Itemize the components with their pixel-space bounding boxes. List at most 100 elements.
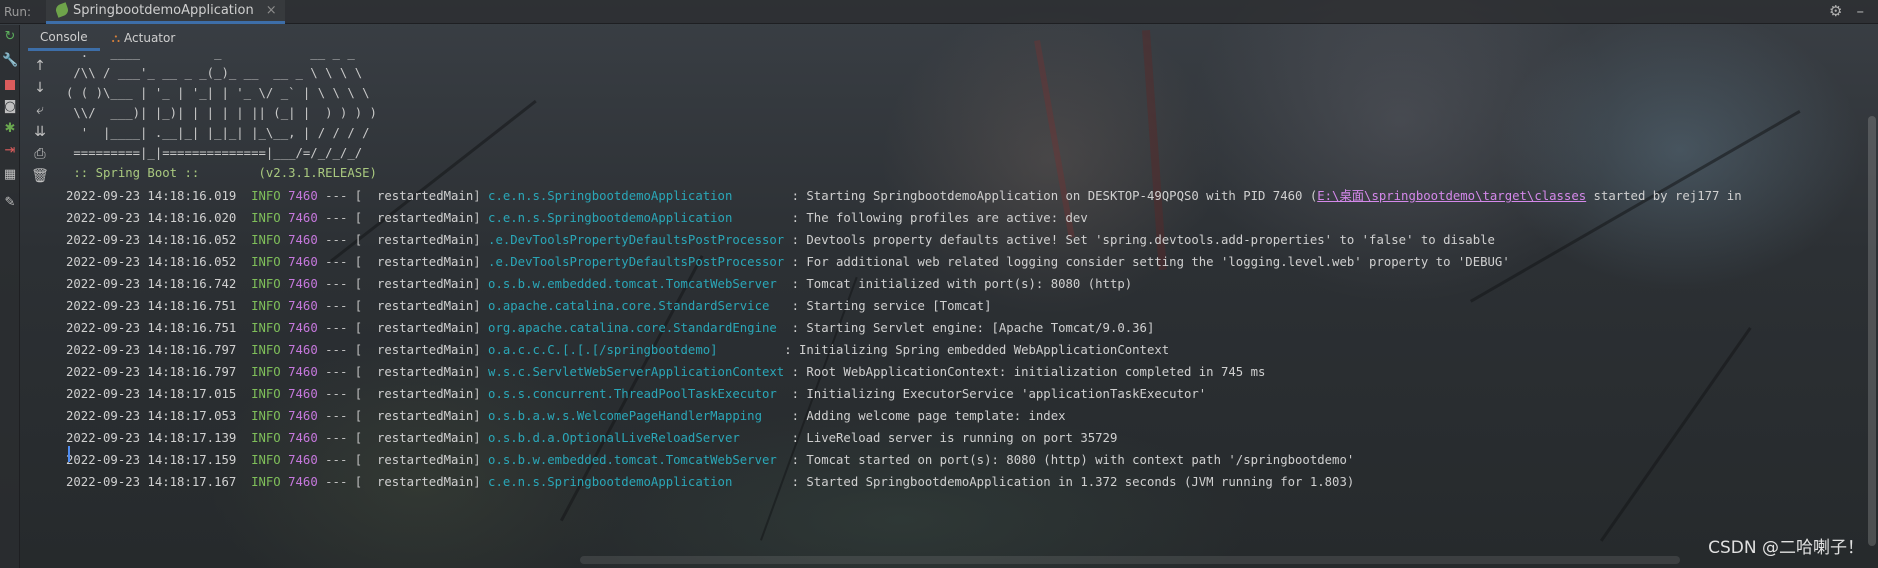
- log-separator: [784, 321, 791, 335]
- log-date: 2022-09-23 14:18:17.139: [66, 431, 237, 445]
- log-separator: --- [: [317, 189, 377, 203]
- log-thread: restartedMain: [376, 255, 474, 269]
- log-line: 2022-09-23 14:18:17.167 INFO 7460 --- [ …: [66, 472, 1354, 492]
- log-pid: 7460: [288, 321, 318, 335]
- log-logger: .e.DevToolsPropertyDefaultsPostProcessor: [488, 255, 785, 269]
- stop-icon[interactable]: [2, 77, 18, 93]
- log-pid: 7460: [288, 299, 318, 313]
- log-separator: ]: [473, 431, 489, 445]
- log-separator: --- [: [317, 475, 377, 489]
- log-separator: [281, 321, 288, 335]
- trash-icon[interactable]: 🗑: [30, 166, 50, 186]
- log-pid: 7460: [288, 475, 318, 489]
- log-thread: restartedMain: [376, 343, 474, 357]
- log-separator: [784, 453, 791, 467]
- log-pid: 7460: [288, 431, 318, 445]
- log-thread: restartedMain: [376, 233, 474, 247]
- arrow-up-icon[interactable]: ↑: [30, 56, 50, 76]
- log-message: : Initializing Spring embedded WebApplic…: [784, 343, 1170, 357]
- log-date: 2022-09-23 14:18:16.052: [66, 233, 237, 247]
- log-path-link[interactable]: E:\桌面\springbootdemo\target\classes: [1317, 189, 1586, 203]
- log-pid: 7460: [288, 233, 318, 247]
- log-line: 2022-09-23 14:18:16.052 INFO 7460 --- [ …: [66, 252, 1510, 272]
- layout-icon[interactable]: ▦: [2, 167, 18, 183]
- log-line: 2022-09-23 14:18:17.139 INFO 7460 --- [ …: [66, 428, 1117, 448]
- log-separator: [236, 189, 251, 203]
- log-separator: [784, 387, 791, 401]
- log-logger: o.apache.catalina.core.StandardService: [488, 299, 785, 313]
- log-pid: 7460: [288, 255, 318, 269]
- horizontal-scrollbar[interactable]: [580, 556, 1680, 564]
- camera-icon[interactable]: ◙: [2, 99, 18, 115]
- log-level: INFO: [251, 277, 281, 291]
- log-pid: 7460: [288, 387, 318, 401]
- log-level: INFO: [251, 409, 281, 423]
- log-thread: restartedMain: [376, 365, 474, 379]
- banner-line: ( ( )\___ | '_ | '_| | '_ \/ _` | \ \ \ …: [66, 86, 370, 100]
- rerun-icon[interactable]: ↻: [2, 29, 18, 45]
- log-separator: [784, 409, 791, 423]
- run-config-tab[interactable]: SpringbootdemoApplication ×: [46, 0, 285, 24]
- log-separator: [784, 475, 791, 489]
- log-logger: c.e.n.s.SpringbootdemoApplication: [488, 475, 785, 489]
- log-logger: o.s.b.d.a.OptionalLiveReloadServer: [488, 431, 785, 445]
- log-message: : LiveReload server is running on port 3…: [791, 431, 1118, 445]
- scroll-to-end-icon[interactable]: ⇊: [30, 122, 50, 142]
- log-logger: o.s.b.w.embedded.tomcat.TomcatWebServer: [488, 453, 785, 467]
- console-output[interactable]: . ____ _ __ _ _ /\\ / ___'_ __ _ _(_)_ _…: [66, 52, 1862, 558]
- log-level: INFO: [251, 343, 281, 357]
- log-line: 2022-09-23 14:18:17.159 INFO 7460 --- [ …: [66, 450, 1354, 470]
- log-separator: --- [: [317, 233, 377, 247]
- run-label: Run:: [4, 4, 32, 19]
- log-thread: restartedMain: [376, 277, 474, 291]
- exit-icon[interactable]: ⇥: [2, 143, 18, 159]
- run-subtabs: Console ⛬ Actuator: [28, 26, 187, 51]
- log-separator: ]: [473, 365, 489, 379]
- log-separator: [784, 233, 791, 247]
- log-line: 2022-09-23 14:18:16.797 INFO 7460 --- [ …: [66, 362, 1265, 382]
- log-pid: 7460: [288, 277, 318, 291]
- log-separator: [784, 255, 791, 269]
- log-level: INFO: [251, 189, 281, 203]
- close-icon[interactable]: ×: [266, 3, 277, 18]
- log-level: INFO: [251, 321, 281, 335]
- print-icon[interactable]: ⎙: [30, 144, 50, 164]
- log-date: 2022-09-23 14:18:17.053: [66, 409, 237, 423]
- log-line: 2022-09-23 14:18:16.019 INFO 7460 --- [ …: [66, 186, 1742, 206]
- log-separator: ]: [473, 409, 489, 423]
- tab-console[interactable]: Console: [28, 26, 100, 51]
- log-separator: [236, 365, 251, 379]
- log-separator: --- [: [317, 211, 377, 225]
- minimize-icon[interactable]: –: [1857, 2, 1865, 20]
- debug-icon[interactable]: ✱: [2, 121, 18, 137]
- log-separator: [236, 431, 251, 445]
- log-date: 2022-09-23 14:18:17.159: [66, 453, 237, 467]
- log-separator: --- [: [317, 453, 377, 467]
- log-level: INFO: [251, 255, 281, 269]
- arrow-down-icon[interactable]: ↓: [30, 78, 50, 98]
- soft-wrap-icon[interactable]: ⤶: [30, 100, 50, 120]
- log-thread: restartedMain: [376, 475, 474, 489]
- log-pid: 7460: [288, 343, 318, 357]
- log-message: : Devtools property defaults active! Set…: [791, 233, 1495, 247]
- run-left-gutter: ↻ 🔧 ◙ ✱ ⇥ ▦ ✎: [0, 25, 20, 568]
- pin-icon[interactable]: ✎: [2, 195, 18, 211]
- log-message: : For additional web related logging con…: [791, 255, 1510, 269]
- log-line: 2022-09-23 14:18:16.742 INFO 7460 --- [ …: [66, 274, 1132, 294]
- log-separator: [236, 211, 251, 225]
- gear-icon[interactable]: ⚙: [1829, 2, 1842, 20]
- vertical-scrollbar-thumb[interactable]: [1868, 116, 1876, 546]
- log-pid: 7460: [288, 409, 318, 423]
- log-separator: --- [: [317, 431, 377, 445]
- vertical-scrollbar[interactable]: [1864, 52, 1878, 562]
- tab-actuator[interactable]: ⛬ Actuator: [100, 26, 188, 51]
- watermark: CSDN @二哈喇子！: [1708, 538, 1864, 558]
- log-date: 2022-09-23 14:18:16.797: [66, 365, 237, 379]
- log-separator: --- [: [317, 321, 377, 335]
- log-line: 2022-09-23 14:18:16.797 INFO 7460 --- [ …: [66, 340, 1169, 360]
- log-separator: --- [: [317, 299, 377, 313]
- log-separator: [236, 299, 251, 313]
- log-thread: restartedMain: [376, 431, 474, 445]
- wrench-icon[interactable]: 🔧: [2, 53, 18, 69]
- log-separator: [784, 431, 791, 445]
